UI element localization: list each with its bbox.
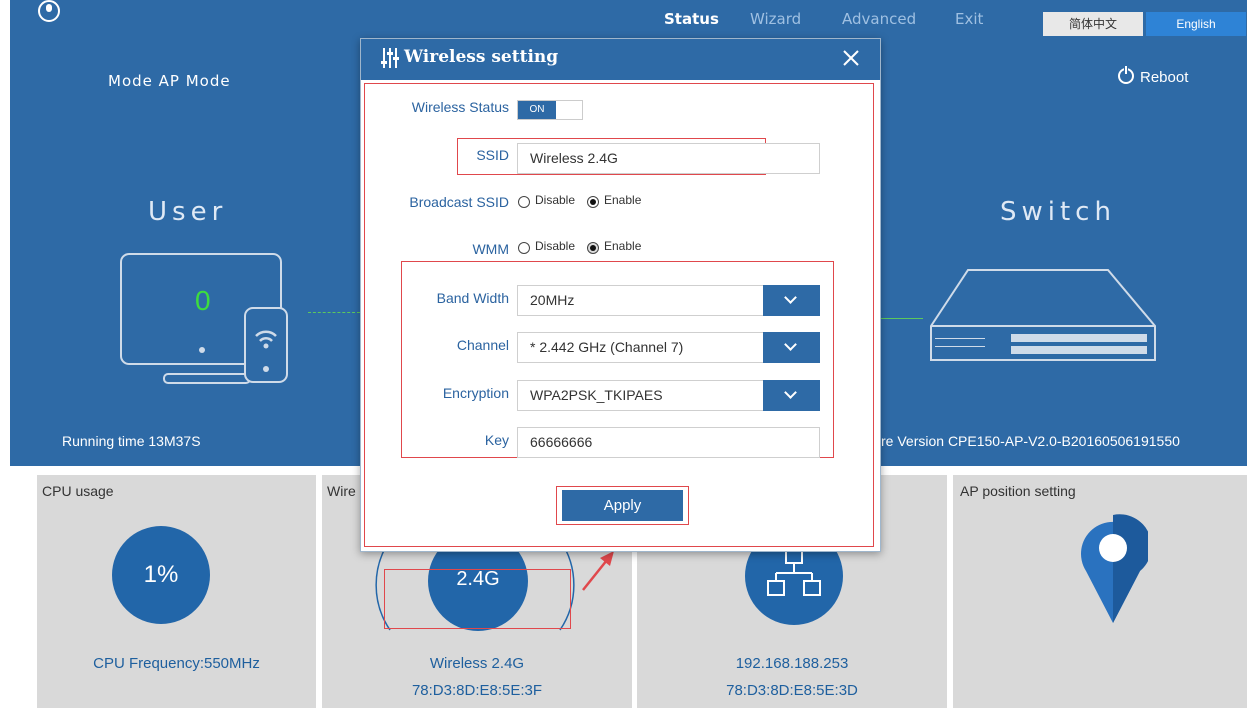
channel-select[interactable]: * 2.442 GHz (Channel 7) [517,332,764,363]
dialog-title: Wireless setting [404,47,559,67]
language-english-button[interactable]: English [1146,12,1246,36]
bandwidth-label: Band Width [436,290,509,306]
avatar-head-icon [46,4,52,12]
channel-dropdown-button[interactable] [763,332,820,363]
wmm-disable-label: Disable [535,239,576,253]
settings-sliders-icon [381,48,399,68]
broadcast-disable-label: Disable [535,193,576,207]
running-time-value: 13M37S [148,433,201,449]
lan-ip: 192.168.188.253 [735,655,849,672]
language-chinese-button[interactable]: 简体中文 [1043,12,1143,36]
mode-label: Mode [108,72,153,90]
nav-exit[interactable]: Exit [955,10,983,28]
cpu-panel: CPU usage 1% CPU Frequency:550MHz [37,475,316,708]
channel-label: Channel [456,337,509,353]
mode-value: AP Mode [158,72,231,90]
broadcast-ssid-label: Broadcast SSID [409,194,509,210]
running-time: Running time 13M37S [62,433,201,449]
map-pin-icon[interactable] [1078,513,1148,625]
broadcast-enable-label: Enable [604,193,642,207]
reboot-label: Reboot [1140,69,1189,86]
connection-line-left [308,312,360,313]
cpu-usage-circle: 1% [112,526,210,624]
encryption-dropdown-button[interactable] [763,380,820,411]
toggle-on-knob: ON [518,101,556,119]
cpu-panel-title: CPU usage [42,483,114,499]
firmware-value: CPE150-AP-V2.0-B20160506191550 [947,433,1180,449]
nav-advanced[interactable]: Advanced [842,10,916,28]
nav-status[interactable]: Status [664,10,719,28]
annotation-arrow-icon [582,551,614,591]
broadcast-disable-radio[interactable] [518,196,530,208]
wireless-setting-dialog: Wireless setting Wireless Status ON SSID… [360,38,881,552]
mode-display: Mode AP Mode [108,72,231,90]
key-input[interactable]: 66666666 [517,427,820,458]
cpu-usage-value: 1% [143,561,179,588]
close-icon[interactable] [839,46,863,70]
encryption-label: Encryption [442,385,509,401]
wireless-mac: 78:D3:8D:E8:5E:3F [411,682,543,699]
lan-mac: 78:D3:8D:E8:5E:3D [726,682,858,699]
ssid-label: SSID [476,147,509,163]
chevron-down-icon [784,338,797,351]
user-count: 0 [195,285,211,316]
wmm-label: WMM [472,241,509,257]
bandwidth-select[interactable]: 20MHz [517,285,764,316]
firmware-label: re Version [881,433,945,449]
cpu-frequency: CPU Frequency:550MHz [93,655,260,672]
user-title: User [148,197,228,227]
nav-wizard[interactable]: Wizard [750,10,801,28]
switch-device-icon [923,268,1163,368]
wmm-disable-radio[interactable] [518,242,530,254]
power-icon [1118,65,1134,84]
ap-position-title: AP position setting [960,483,1076,499]
wireless-highlight-box [384,569,571,629]
switch-title: Switch [1000,197,1116,227]
dialog-header: Wireless setting [361,39,880,80]
chevron-down-icon [784,386,797,399]
user-avatar[interactable] [38,0,60,22]
encryption-select[interactable]: WPA2PSK_TKIPAES [517,380,764,411]
chevron-down-icon [784,291,797,304]
ap-position-panel[interactable]: AP position setting [953,475,1247,708]
ssid-input[interactable]: Wireless 2.4G [517,143,820,174]
wireless-status-label: Wireless Status [411,99,509,115]
connection-line-right [881,318,923,319]
broadcast-enable-radio[interactable] [587,196,599,208]
wmm-enable-label: Enable [604,239,642,253]
running-time-label: Running time [62,433,145,449]
key-label: Key [484,432,509,448]
firmware-version: re Version CPE150-AP-V2.0-B2016050619155… [881,433,1180,449]
wireless-status-toggle[interactable]: ON [517,100,583,120]
reboot-button[interactable]: Reboot [1118,65,1189,86]
bandwidth-dropdown-button[interactable] [763,285,820,316]
wireless-panel-title: Wire [327,483,356,499]
wmm-enable-radio[interactable] [587,242,599,254]
user-devices-icon [120,253,290,393]
apply-button[interactable]: Apply [562,490,683,521]
wireless-name: Wireless 2.4G [429,655,525,672]
